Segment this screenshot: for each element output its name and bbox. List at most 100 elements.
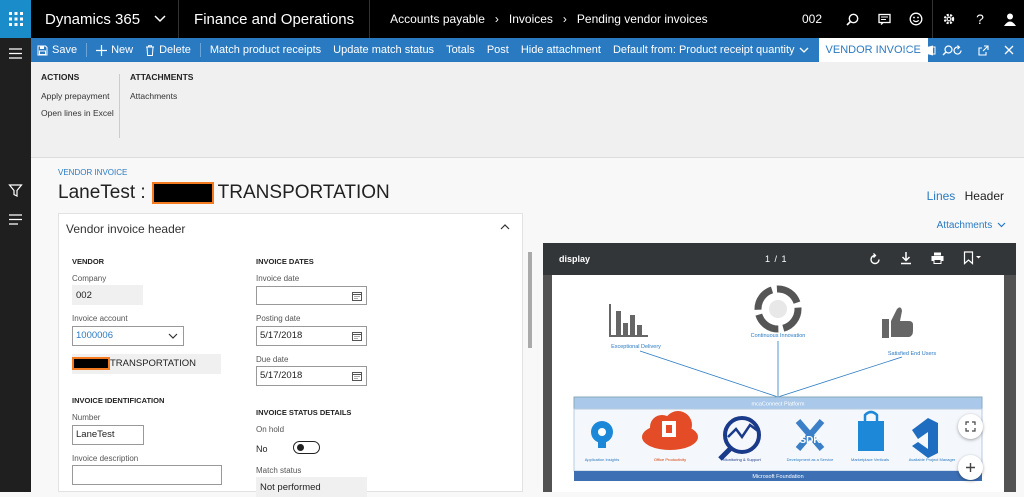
close-icon[interactable]	[998, 38, 1024, 62]
delete-label: Delete	[159, 44, 191, 56]
company-label: Company	[72, 274, 107, 283]
match-product-receipts-button[interactable]: Match product receipts	[204, 38, 327, 62]
smiley-feedback-icon[interactable]	[900, 0, 932, 38]
invoice-date-input[interactable]	[256, 286, 367, 305]
breadcrumb-item[interactable]: Invoices	[509, 12, 553, 26]
due-date-input[interactable]: 5/17/2018	[256, 366, 367, 386]
viewer-scrollbar[interactable]	[1014, 243, 1020, 492]
title-prefix: LaneTest :	[58, 182, 146, 203]
attachments-link-label: Attachments	[936, 220, 993, 231]
number-input[interactable]: LaneTest	[72, 425, 144, 445]
diagram-item-label: Monitoring & Support	[723, 457, 761, 462]
save-icon	[37, 45, 48, 55]
due-date-value: 5/17/2018	[260, 370, 303, 381]
left-navigation	[0, 38, 31, 492]
diagram-item-label: Office Productivity	[654, 457, 686, 462]
apply-prepayment-button[interactable]: Apply prepayment	[41, 91, 114, 101]
header-view-link[interactable]: Header	[965, 189, 1004, 203]
office-icon[interactable]	[920, 38, 946, 62]
hamburger-menu-icon[interactable]	[8, 46, 23, 61]
breadcrumb: Accounts payable › Invoices › Pending ve…	[370, 12, 802, 26]
chevron-down-icon	[154, 15, 166, 23]
breadcrumb-item[interactable]: Accounts payable	[390, 12, 485, 26]
viewer-toolbar: display 1 / 1	[543, 243, 1016, 275]
new-label: New	[111, 44, 134, 56]
trash-icon	[146, 44, 155, 56]
posting-date-input[interactable]: 5/17/2018	[256, 326, 367, 346]
on-hold-label: On hold	[256, 425, 285, 434]
zoom-in-button[interactable]	[958, 455, 983, 480]
open-new-window-icon[interactable]	[972, 38, 998, 62]
brand-label: Dynamics 365	[45, 10, 141, 28]
open-lines-in-excel-button[interactable]: Open lines in Excel	[41, 108, 114, 118]
diagram-label-top: Continuous Innovation	[751, 333, 806, 339]
brand-menu[interactable]: Dynamics 365	[31, 0, 180, 38]
save-button[interactable]: Save	[31, 38, 83, 62]
ribbon-group-title: ATTACHMENTS	[130, 72, 194, 82]
divider	[199, 43, 201, 57]
divider	[119, 74, 120, 138]
panel-title: Vendor invoice header	[66, 222, 186, 236]
on-hold-value: No	[256, 444, 268, 454]
diagram-label-top: Satisfied End Users	[888, 351, 937, 357]
more-options-button[interactable]: ···	[894, 38, 920, 62]
gear-icon[interactable]	[932, 0, 964, 38]
attachments-dropdown[interactable]: Attachments	[937, 220, 1006, 231]
save-label: Save	[52, 44, 78, 56]
list-menu-icon[interactable]	[8, 212, 23, 227]
update-match-status-button[interactable]: Update match status	[327, 38, 440, 62]
download-icon[interactable]	[900, 251, 912, 265]
totals-button[interactable]: Totals	[440, 38, 481, 62]
match-status-label: Match status	[256, 466, 302, 475]
delete-button[interactable]: Delete	[139, 38, 197, 62]
new-button[interactable]: New	[90, 38, 139, 62]
section-vendor-title: VENDOR	[72, 257, 105, 266]
post-button[interactable]: Post	[481, 38, 515, 62]
attachments-button[interactable]: Attachments	[130, 91, 193, 101]
panel-scrollbar[interactable]	[528, 216, 533, 492]
user-avatar-icon[interactable]	[996, 0, 1024, 38]
default-from-dropdown[interactable]: Default from: Product receipt quantity	[607, 38, 815, 62]
module-title[interactable]: Finance and Operations	[179, 0, 371, 38]
print-icon[interactable]	[931, 251, 944, 265]
filter-icon[interactable]	[8, 183, 23, 198]
fit-page-icon	[965, 421, 976, 432]
bookmark-icon[interactable]	[963, 251, 983, 265]
rotate-icon[interactable]	[869, 251, 881, 265]
invoice-header-panel: Vendor invoice header VENDOR Company 002…	[58, 213, 523, 497]
action-ribbon: ACTIONS Apply prepayment Open lines in E…	[31, 62, 1024, 158]
vendor-name-field: TRANSPORTATION	[72, 354, 221, 374]
solution-diagram: Exceptional Delivery Continuous Innovati…	[573, 285, 983, 481]
scrollbar-thumb[interactable]	[528, 252, 532, 348]
chevron-up-icon[interactable]	[500, 224, 510, 230]
company-selector[interactable]: 002	[802, 12, 836, 26]
diagram-label-top: Exceptional Delivery	[611, 344, 661, 350]
due-date-label: Due date	[256, 355, 289, 364]
calendar-icon[interactable]	[352, 371, 362, 381]
message-icon[interactable]	[868, 0, 900, 38]
breadcrumb-separator-icon: ›	[494, 12, 499, 26]
help-icon[interactable]: ?	[964, 0, 996, 38]
calendar-icon[interactable]	[352, 291, 362, 301]
lines-view-link[interactable]: Lines	[927, 189, 956, 203]
page-caption: VENDOR INVOICE	[58, 168, 128, 177]
diagram-platform-label: mcaConnect Platform	[752, 402, 805, 408]
diagram-item-label: Available Project Manager	[909, 457, 956, 462]
invoice-description-input[interactable]	[72, 465, 222, 485]
company-field: 002	[72, 285, 143, 305]
hide-attachment-button[interactable]: Hide attachment	[515, 38, 607, 62]
viewer-title: display	[559, 254, 591, 264]
search-icon[interactable]	[836, 0, 868, 38]
breadcrumb-item[interactable]: Pending vendor invoices	[577, 12, 708, 26]
thumbs-up-icon	[882, 307, 913, 338]
diagram-item-label: Development as a Service	[787, 457, 834, 462]
action-pane: Save New Delete Match product receipts U…	[31, 38, 1024, 62]
posting-date-label: Posting date	[256, 314, 301, 323]
calendar-icon[interactable]	[352, 331, 362, 341]
fit-page-button[interactable]	[958, 414, 983, 439]
invoice-account-dropdown[interactable]: 1000006	[72, 326, 184, 346]
refresh-icon[interactable]	[946, 38, 972, 62]
on-hold-toggle[interactable]	[293, 441, 320, 454]
plus-icon	[966, 463, 975, 472]
app-launcher-icon[interactable]	[0, 0, 31, 38]
